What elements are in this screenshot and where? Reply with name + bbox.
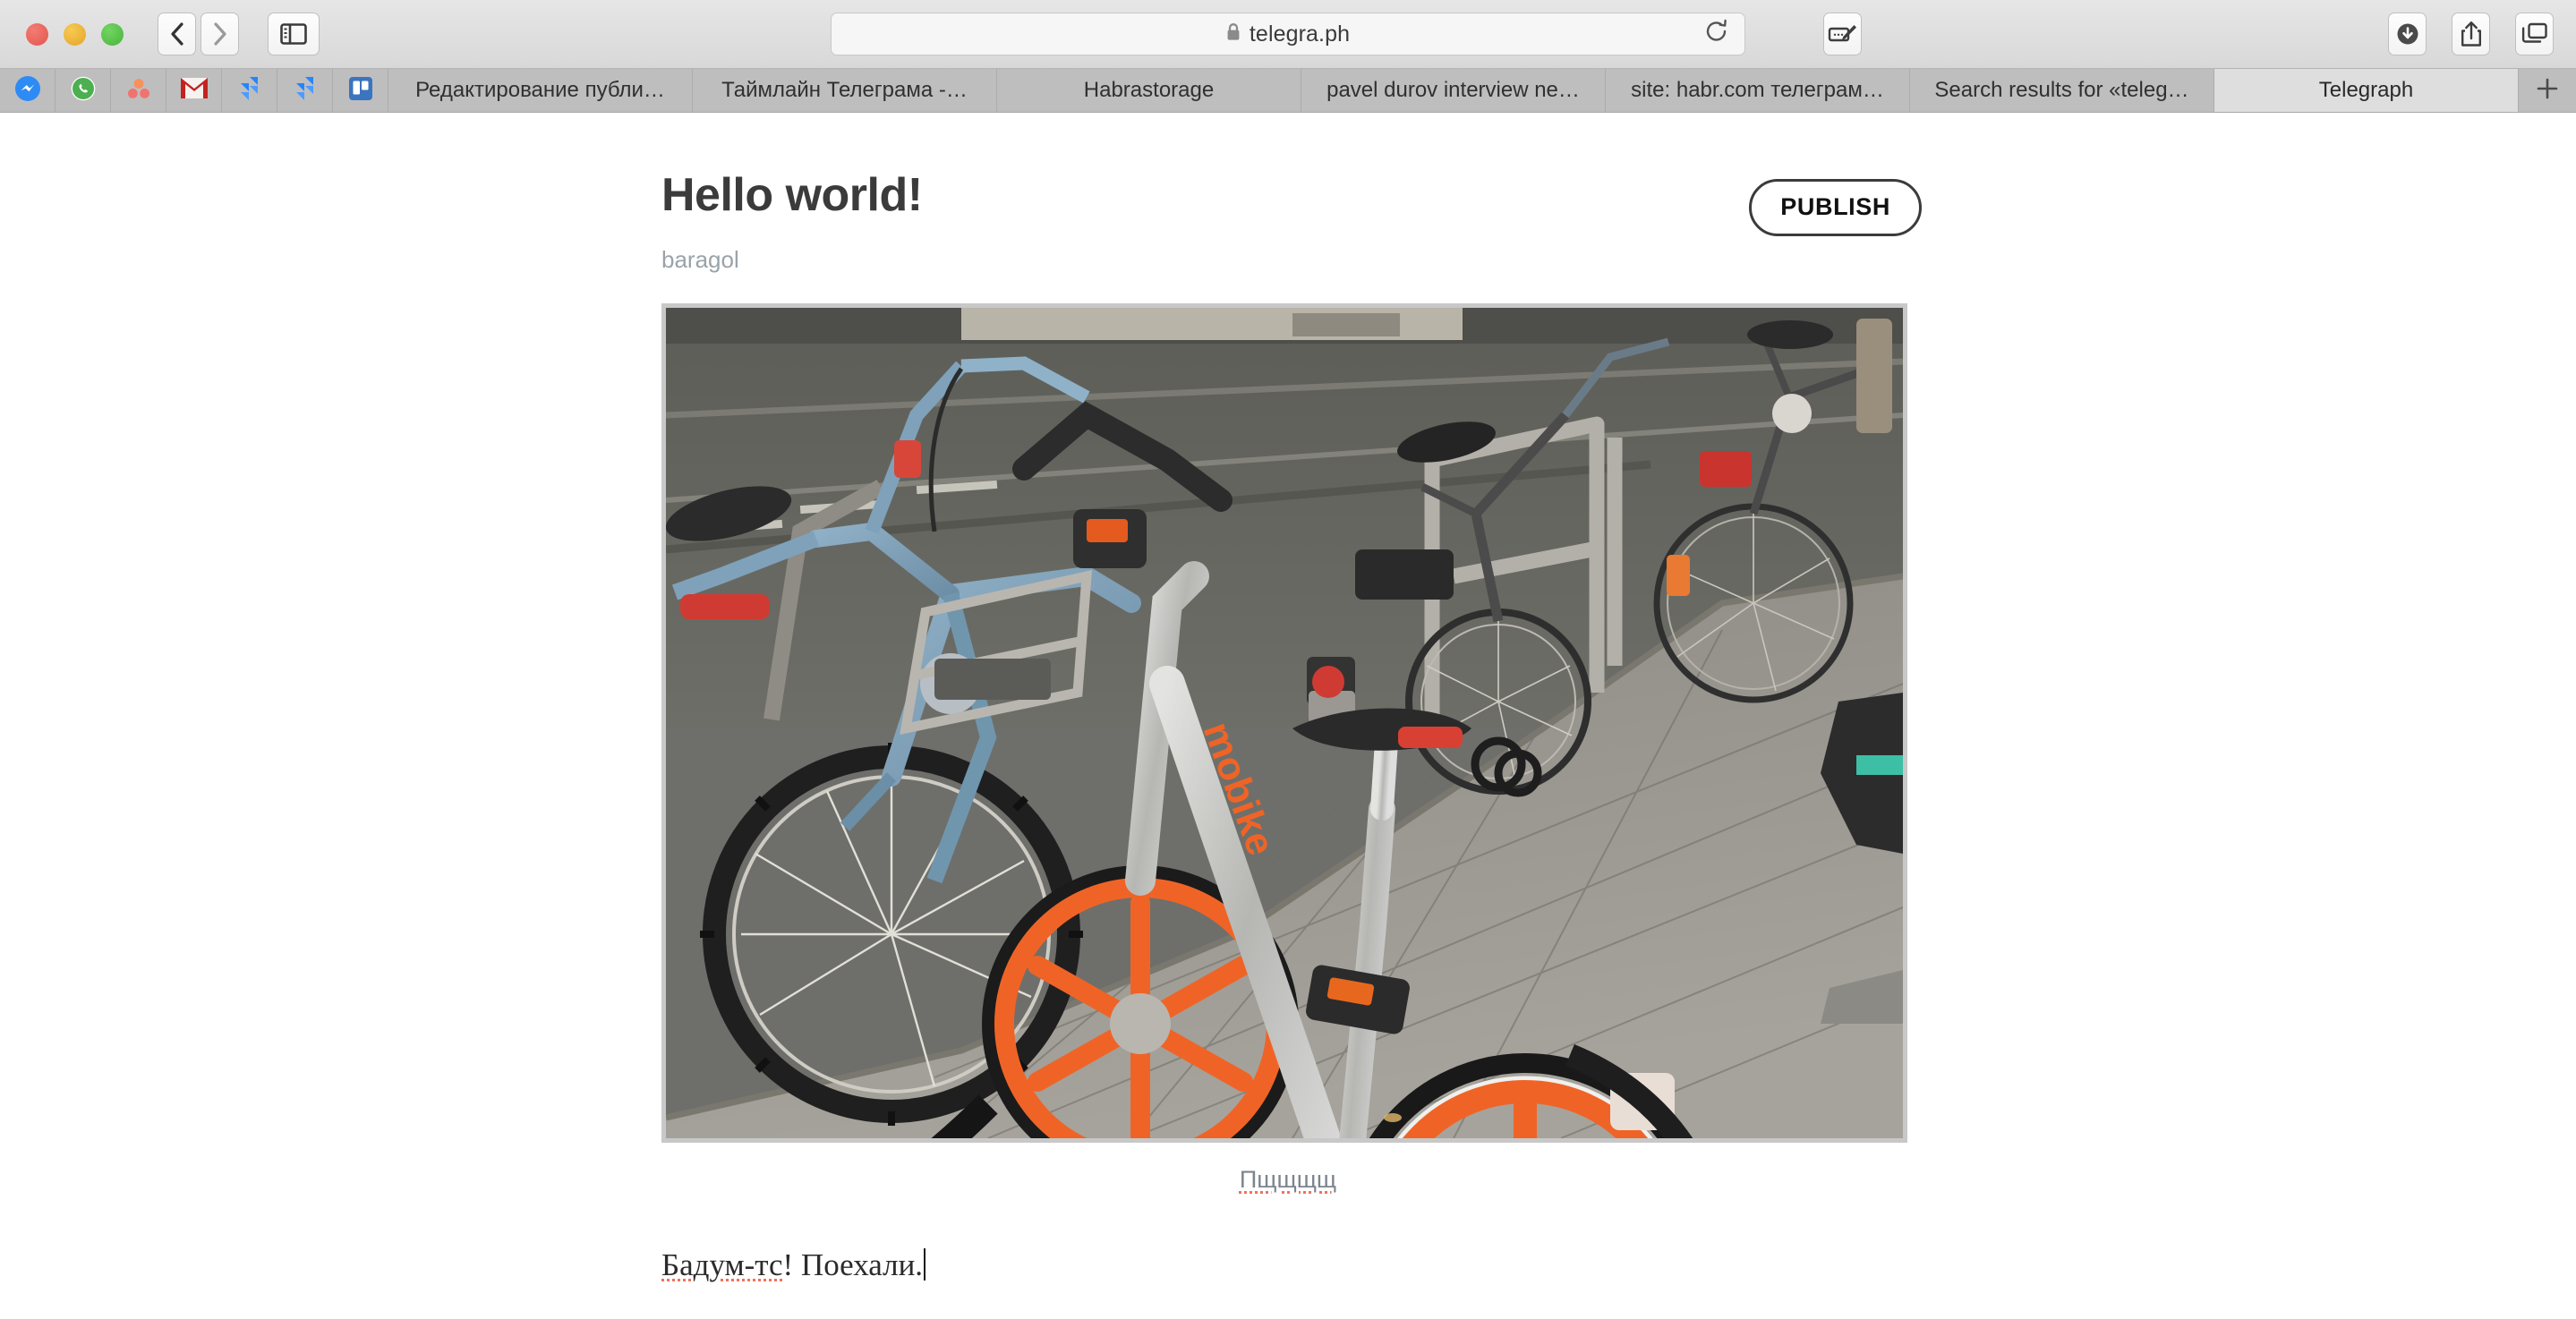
markup-pencil-icon bbox=[1828, 23, 1858, 45]
minimize-window-button[interactable] bbox=[64, 22, 86, 46]
tab-2[interactable]: Habrastorage bbox=[997, 69, 1301, 112]
pinned-tab-whatsapp[interactable] bbox=[55, 69, 111, 112]
messenger-icon bbox=[14, 75, 41, 106]
bicycle-photo-illustration: mobike A81 0004287 bbox=[666, 308, 1903, 1139]
body-rest-text: ! Поехали. bbox=[782, 1247, 924, 1283]
browser-toolbar: telegra.ph bbox=[0, 0, 2576, 69]
pinned-tab-jira-1[interactable] bbox=[222, 69, 277, 112]
telegraph-editor: PUBLISH Hello world! baragol mobike Пщщщ… bbox=[661, 113, 1922, 1289]
share-arrow-icon bbox=[2460, 21, 2483, 47]
tab-label: site: habr.com телеграм… bbox=[1631, 78, 1884, 102]
url-text: telegra.ph bbox=[1249, 21, 1351, 47]
tab-5[interactable]: Search results for «teleg… bbox=[1910, 69, 2214, 112]
tab-1[interactable]: Таймлайн Телеграма -… bbox=[693, 69, 997, 112]
author-field[interactable]: baragol bbox=[661, 246, 1915, 274]
body-misspelled-word: Бадум-тс bbox=[661, 1247, 783, 1283]
tab-label: Редактирование публи… bbox=[415, 78, 665, 102]
new-tab-button[interactable] bbox=[2519, 69, 2576, 112]
gmail-icon bbox=[180, 77, 209, 104]
page-content: PUBLISH Hello world! baragol mobike Пщщщ… bbox=[0, 113, 2576, 1319]
text-caret bbox=[924, 1248, 926, 1281]
whatsapp-icon bbox=[70, 75, 97, 106]
reload-button[interactable] bbox=[1705, 19, 1728, 49]
forward-button[interactable] bbox=[200, 13, 239, 55]
close-window-button[interactable] bbox=[26, 22, 48, 46]
markup-button[interactable] bbox=[1823, 13, 1862, 55]
bicycle-photo: mobike A81 0004287 bbox=[666, 308, 1903, 1139]
figure-caption-text: Пщщщщ bbox=[1239, 1166, 1337, 1194]
downloads-arrow-icon bbox=[2395, 21, 2420, 47]
publish-button[interactable]: PUBLISH bbox=[1749, 179, 1922, 236]
address-bar-container: telegra.ph bbox=[831, 13, 1745, 55]
tab-6-telegraph-active[interactable]: Telegraph bbox=[2214, 69, 2519, 112]
tab-label: Search results for «teleg… bbox=[1934, 78, 2189, 102]
browser-window: telegra.ph Редактирование публи… Таймлай… bbox=[0, 0, 2576, 1319]
maximize-window-button[interactable] bbox=[101, 22, 124, 46]
chevron-left-icon bbox=[169, 21, 185, 47]
image-frame: mobike A81 0004287 bbox=[661, 303, 1907, 1144]
pinned-tab-jira-2[interactable] bbox=[277, 69, 333, 112]
address-bar[interactable]: telegra.ph bbox=[831, 13, 1745, 55]
tab-bar: Редактирование публи… Таймлайн Телеграма… bbox=[0, 69, 2576, 113]
tab-label: pavel durov interview ne… bbox=[1326, 78, 1580, 102]
article-body-paragraph[interactable]: Бадум-тс! Поехали. bbox=[661, 1242, 1915, 1289]
tab-overview-icon bbox=[2521, 22, 2548, 46]
jira-icon bbox=[236, 75, 263, 106]
pinned-tab-trello[interactable] bbox=[333, 69, 388, 112]
pinned-tab-asana[interactable] bbox=[111, 69, 166, 112]
tab-4[interactable]: site: habr.com телеграм… bbox=[1606, 69, 1910, 112]
plus-icon bbox=[2536, 77, 2559, 105]
page-title[interactable]: Hello world! bbox=[661, 169, 1915, 221]
tab-0[interactable]: Редактирование публи… bbox=[388, 69, 693, 112]
sidebar-toggle-button[interactable] bbox=[268, 13, 320, 55]
tab-label: Таймлайн Телеграма -… bbox=[721, 78, 968, 102]
share-button[interactable] bbox=[2452, 13, 2490, 55]
toolbar-right-buttons bbox=[2388, 13, 2554, 55]
tab-label: Habrastorage bbox=[1083, 78, 1215, 102]
url-display[interactable]: telegra.ph bbox=[832, 21, 1744, 47]
figure-block[interactable]: mobike A81 0004287 bbox=[661, 303, 1915, 1194]
back-button[interactable] bbox=[158, 13, 196, 55]
pinned-tab-gmail[interactable] bbox=[166, 69, 222, 112]
chevron-right-icon bbox=[212, 21, 228, 47]
sidebar-toggle-icon bbox=[280, 23, 307, 45]
tab-3[interactable]: pavel durov interview ne… bbox=[1301, 69, 1606, 112]
window-traffic-lights bbox=[26, 22, 124, 46]
trello-icon bbox=[348, 76, 373, 106]
pinned-tab-messenger[interactable] bbox=[0, 69, 55, 112]
downloads-button[interactable] bbox=[2388, 13, 2427, 55]
jira-icon bbox=[292, 75, 319, 106]
navigation-buttons bbox=[158, 13, 239, 55]
tab-label: Telegraph bbox=[2318, 78, 2414, 102]
figure-caption[interactable]: Пщщщщ bbox=[661, 1166, 1915, 1194]
tab-overview-button[interactable] bbox=[2515, 13, 2554, 55]
asana-icon bbox=[125, 76, 152, 106]
lock-icon bbox=[1226, 22, 1241, 46]
